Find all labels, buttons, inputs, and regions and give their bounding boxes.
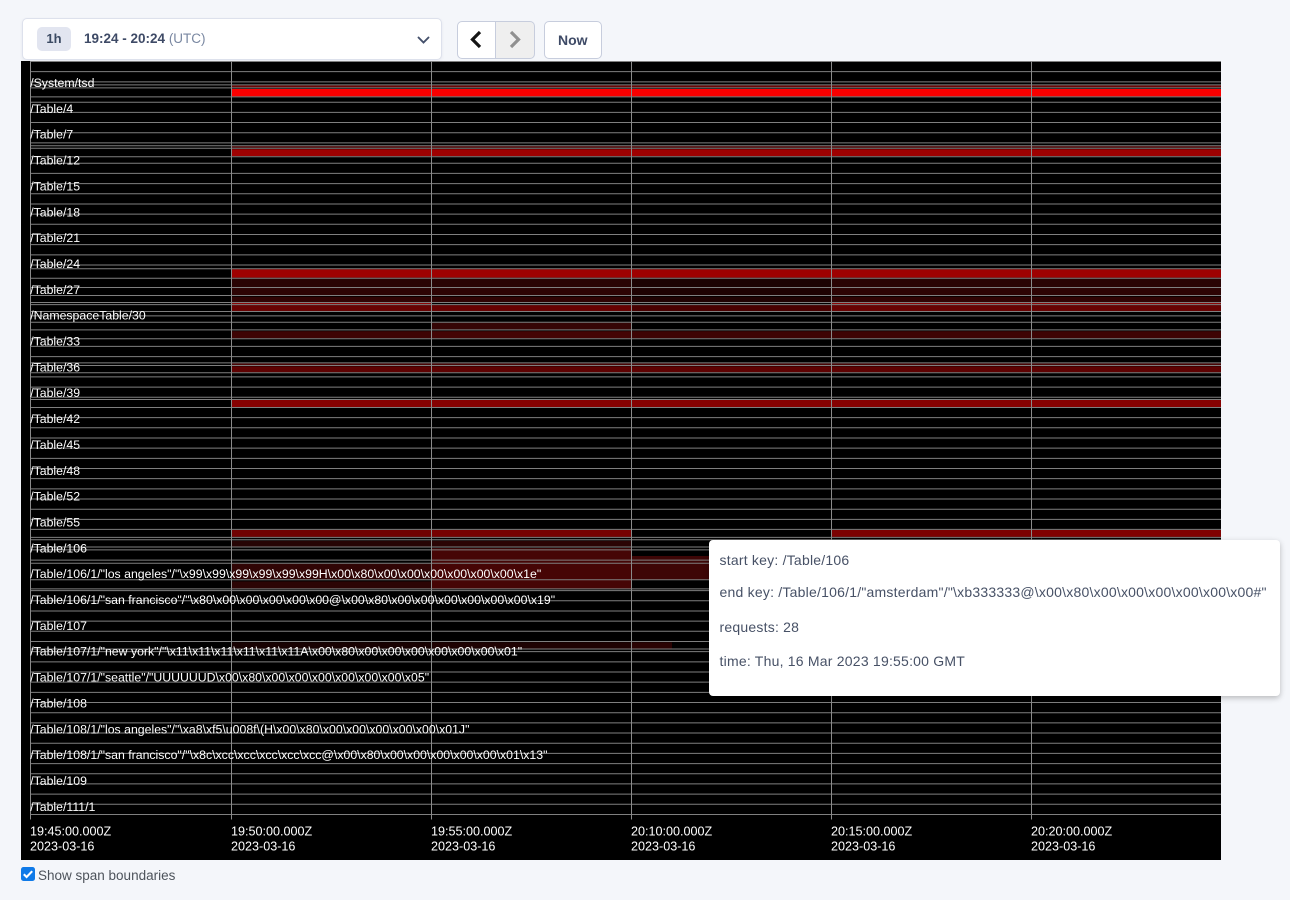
svg-text:/Table/52: /Table/52 bbox=[30, 490, 80, 504]
svg-text:/System/tsd: /System/tsd bbox=[30, 76, 94, 90]
svg-text:/Table/18: /Table/18 bbox=[30, 205, 80, 219]
svg-text:/Table/108/1/"san francisco"/": /Table/108/1/"san francisco"/"\x8c\xcc\x… bbox=[30, 748, 547, 762]
svg-text:19:50:00.000Z: 19:50:00.000Z bbox=[231, 825, 313, 839]
svg-text:/Table/107/1/"new york"/"\x11\: /Table/107/1/"new york"/"\x11\x11\x11\x1… bbox=[30, 645, 522, 659]
svg-text:/Table/106: /Table/106 bbox=[30, 541, 87, 555]
svg-text:/Table/4: /Table/4 bbox=[30, 102, 73, 116]
svg-text:/Table/33: /Table/33 bbox=[30, 335, 80, 349]
svg-text:2023-03-16: 2023-03-16 bbox=[30, 840, 94, 854]
svg-text:/Table/106/1/"los angeles"/"\x: /Table/106/1/"los angeles"/"\x99\x99\x99… bbox=[30, 567, 541, 581]
svg-text:2023-03-16: 2023-03-16 bbox=[631, 840, 695, 854]
svg-text:/Table/107/1/"seattle"/"UUUUUU: /Table/107/1/"seattle"/"UUUUUUD\x00\x80\… bbox=[30, 671, 429, 685]
svg-text:/Table/42: /Table/42 bbox=[30, 412, 80, 426]
svg-text:20:15:00.000Z: 20:15:00.000Z bbox=[831, 825, 913, 839]
svg-text:/Table/7: /Table/7 bbox=[30, 128, 73, 142]
svg-text:19:45:00.000Z: 19:45:00.000Z bbox=[30, 825, 112, 839]
svg-text:/Table/108/1/"los angeles"/"\x: /Table/108/1/"los angeles"/"\xa8\xf5\u00… bbox=[30, 722, 469, 736]
svg-text:2023-03-16: 2023-03-16 bbox=[831, 840, 895, 854]
svg-text:/Table/48: /Table/48 bbox=[30, 464, 80, 478]
svg-text:2023-03-16: 2023-03-16 bbox=[1031, 840, 1095, 854]
svg-text:/Table/106/1/"san francisco"/": /Table/106/1/"san francisco"/"\x80\x00\x… bbox=[30, 593, 555, 607]
svg-text:/NamespaceTable/30: /NamespaceTable/30 bbox=[30, 309, 146, 323]
svg-text:2023-03-16: 2023-03-16 bbox=[231, 840, 295, 854]
svg-text:/Table/36: /Table/36 bbox=[30, 360, 80, 374]
svg-text:/Table/107: /Table/107 bbox=[30, 619, 87, 633]
svg-text:/Table/12: /Table/12 bbox=[30, 154, 80, 168]
svg-text:20:20:00.000Z: 20:20:00.000Z bbox=[1031, 825, 1113, 839]
svg-text:/Table/27: /Table/27 bbox=[30, 283, 80, 297]
svg-text:/Table/109: /Table/109 bbox=[30, 774, 87, 788]
svg-text:/Table/15: /Table/15 bbox=[30, 179, 80, 193]
svg-text:19:55:00.000Z: 19:55:00.000Z bbox=[431, 825, 513, 839]
svg-text:/Table/21: /Table/21 bbox=[30, 231, 80, 245]
svg-text:/Table/55: /Table/55 bbox=[30, 516, 80, 530]
svg-text:2023-03-16: 2023-03-16 bbox=[431, 840, 495, 854]
svg-text:/Table/45: /Table/45 bbox=[30, 438, 80, 452]
svg-text:/Table/108: /Table/108 bbox=[30, 696, 87, 710]
svg-text:20:10:00.000Z: 20:10:00.000Z bbox=[631, 825, 713, 839]
svg-text:/Table/24: /Table/24 bbox=[30, 257, 80, 271]
svg-text:/Table/111/1: /Table/111/1 bbox=[30, 800, 95, 814]
svg-text:/Table/39: /Table/39 bbox=[30, 386, 80, 400]
